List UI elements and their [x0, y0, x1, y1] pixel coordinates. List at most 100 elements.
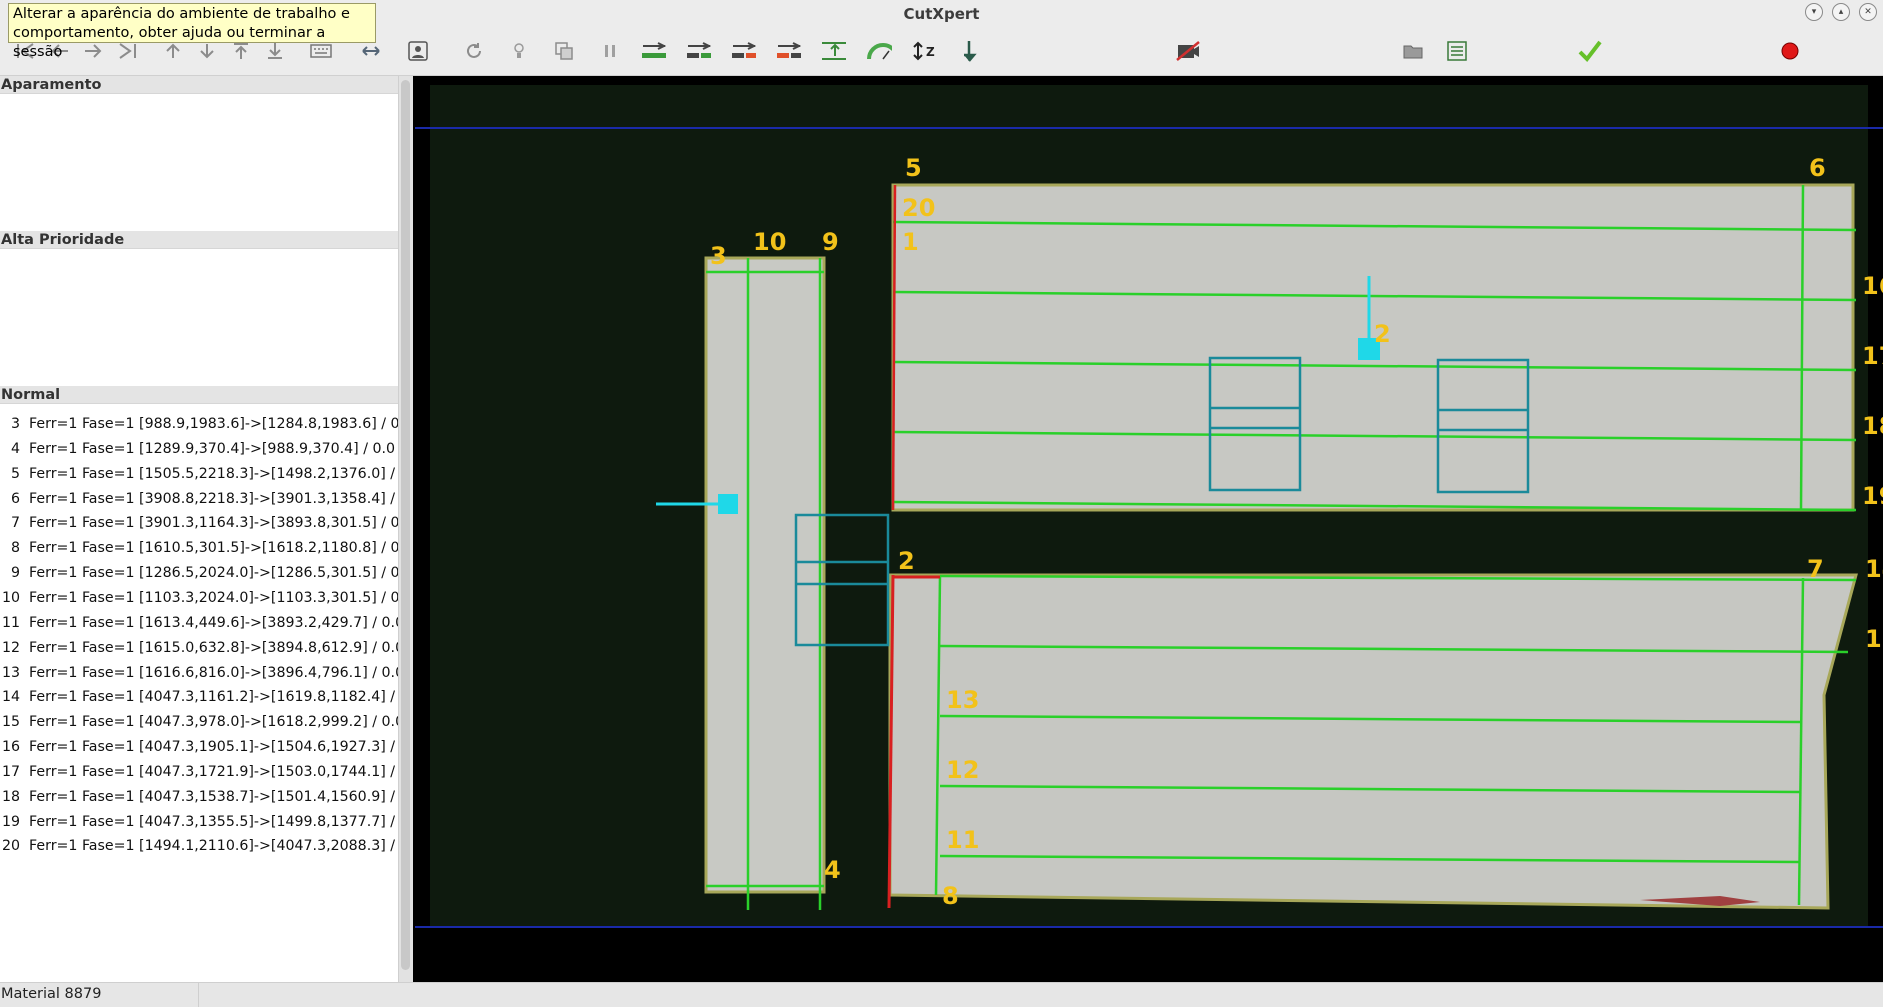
status-bar: Material 8879 — [0, 982, 1883, 1007]
cut-label-7: 7 — [1807, 555, 1824, 583]
pause-icon[interactable] — [597, 38, 623, 64]
section-alta-prioridade[interactable]: Alta Prioridade — [0, 231, 398, 249]
cut-label-3: 3 — [710, 242, 727, 270]
list-item[interactable]: 18 Ferr=1 Fase=1 [4047.3,1538.7]->[1501.4… — [0, 785, 398, 810]
tool-icon[interactable] — [956, 38, 982, 64]
cut-label-2-top: 2 — [1374, 320, 1391, 348]
list-item-text: Ferr=1 Fase=1 [3908.8,2218.3]->[3901.3,1… — [29, 490, 398, 507]
sidebar-scrollbar[interactable] — [398, 76, 413, 982]
list-item-number: 13 — [1, 664, 20, 681]
cut-label-9: 9 — [822, 228, 839, 256]
list-item[interactable]: 16 Ferr=1 Fase=1 [4047.3,1905.1]->[1504.6… — [0, 735, 398, 760]
cut-label-5: 5 — [905, 154, 922, 182]
list-item-number: 17 — [1, 763, 20, 780]
cut-label-8: 8 — [942, 882, 959, 910]
list-item[interactable]: 17 Ferr=1 Fase=1 [4047.3,1721.9]->[1503.0… — [0, 760, 398, 785]
list-item[interactable]: 11 Ferr=1 Fase=1 [1613.4,449.6]->[3893.2,… — [0, 611, 398, 636]
list-item-text: Ferr=1 Fase=1 [1494.1,2110.6]->[4047.3,2… — [29, 838, 398, 855]
list-item[interactable]: 9 Ferr=1 Fase=1 [1286.5,2024.0]->[1286.5,… — [0, 561, 398, 586]
svg-text:Z: Z — [926, 45, 935, 59]
user-icon[interactable] — [405, 38, 431, 64]
cut-label-16: 16 — [1862, 272, 1883, 300]
cut-label-6: 6 — [1809, 154, 1826, 182]
list-item[interactable]: 20 Ferr=1 Fase=1 [1494.1,2110.6]->[4047.3… — [0, 834, 398, 859]
list-item-text: Ferr=1 Fase=1 [1505.5,2218.3]->[1498.2,1… — [29, 465, 398, 482]
cut-label-12: 12 — [946, 756, 979, 784]
cut-label-2-bottom: 2 — [898, 547, 915, 575]
aparamento-list — [0, 94, 398, 224]
cut-label-19: 19 — [1862, 482, 1883, 510]
cursor-marker-left — [718, 494, 738, 514]
minimize-icon[interactable]: ▾ — [1805, 3, 1823, 21]
scrollbar-thumb[interactable] — [401, 80, 410, 970]
list-item[interactable]: 8 Ferr=1 Fase=1 [1610.5,301.5]->[1618.2,1… — [0, 536, 398, 561]
list-item[interactable]: 12 Ferr=1 Fase=1 [1615.0,632.8]->[3894.8,… — [0, 636, 398, 661]
sort-z-icon[interactable]: Z — [912, 38, 938, 64]
list-item-number: 19 — [1, 813, 20, 830]
close-icon[interactable]: ✕ — [1859, 3, 1877, 21]
list-item[interactable]: 7 Ferr=1 Fase=1 [3901.3,1164.3]->[3893.8,… — [0, 511, 398, 536]
cutting-canvas[interactable]: 5 6 20 1 2 10 9 3 4 2 7 14 15 13 12 11 8… — [413, 76, 1883, 982]
list-item-number: 7 — [10, 515, 20, 532]
status-divider — [198, 983, 199, 1007]
cut-label-14: 14 — [1865, 555, 1883, 583]
status-material: Material 8879 — [1, 986, 102, 1002]
tooltip: Alterar a aparência do ambiente de traba… — [8, 3, 376, 60]
refresh-icon[interactable] — [461, 38, 487, 64]
record-icon[interactable] — [1777, 38, 1803, 64]
list-item-text: Ferr=1 Fase=1 [1289.9,370.4]->[988.9,370… — [29, 440, 396, 457]
list-item[interactable]: 3 Ferr=1 Fase=1 [988.9,1983.6]->[1284.8,1… — [0, 412, 398, 437]
maximize-icon[interactable]: ▴ — [1832, 3, 1850, 21]
list-item-text: Ferr=1 Fase=1 [1615.0,632.8]->[3894.8,61… — [29, 639, 398, 656]
list-item-text: Ferr=1 Fase=1 [988.9,1983.6]->[1284.8,19… — [29, 416, 398, 432]
list-item[interactable]: 19 Ferr=1 Fase=1 [4047.3,1355.5]->[1499.8… — [0, 810, 398, 835]
cut-label-15: 15 — [1865, 625, 1883, 653]
sidebar: Aparamento Alta Prioridade Normal 3 Ferr=… — [0, 76, 398, 982]
list-item-text: Ferr=1 Fase=1 [4047.3,1721.9]->[1503.0,1… — [29, 763, 398, 780]
list-item-number: 9 — [10, 565, 20, 582]
layers-icon[interactable] — [1444, 38, 1470, 64]
list-item-number: 6 — [10, 490, 20, 507]
cut-label-18: 18 — [1862, 412, 1883, 440]
gauge-icon[interactable] — [866, 38, 892, 64]
cut-label-13: 13 — [946, 686, 979, 714]
camera-off-icon[interactable] — [1175, 38, 1201, 64]
list-item-text: Ferr=1 Fase=1 [4047.3,1905.1]->[1504.6,1… — [29, 739, 398, 756]
list-item[interactable]: 4 Ferr=1 Fase=1 [1289.9,370.4]->[988.9,37… — [0, 437, 398, 462]
list-item[interactable]: 10 Ferr=1 Fase=1 [1103.3,2024.0]->[1103.3… — [0, 586, 398, 611]
section-normal[interactable]: Normal — [0, 386, 398, 404]
list-item-text: Ferr=1 Fase=1 [1616.6,816.0]->[3896.4,79… — [29, 664, 398, 681]
alta-prioridade-list — [0, 249, 398, 379]
confirm-icon[interactable] — [1577, 38, 1603, 64]
list-item-text: Ferr=1 Fase=1 [4047.3,1161.2]->[1619.8,1… — [29, 689, 398, 706]
cut-red-right-icon[interactable] — [775, 38, 801, 64]
list-item-number: 15 — [1, 714, 20, 731]
list-item-number: 20 — [1, 838, 20, 855]
cut-label-1: 1 — [902, 228, 919, 256]
cut-label-4: 4 — [824, 856, 841, 884]
list-item[interactable]: 6 Ferr=1 Fase=1 [3908.8,2218.3]->[3901.3,… — [0, 487, 398, 512]
section-aparamento[interactable]: Aparamento — [0, 76, 398, 94]
list-item-text: Ferr=1 Fase=1 [3901.3,1164.3]->[3893.8,3… — [29, 515, 398, 532]
cut-right-icon[interactable] — [685, 38, 711, 64]
list-item-text: Ferr=1 Fase=1 [4047.3,1538.7]->[1501.4,1… — [29, 788, 398, 805]
list-item-number: 12 — [1, 639, 20, 656]
slab-bottom-right — [887, 573, 1858, 910]
list-item-number: 3 — [10, 416, 20, 432]
list-item[interactable]: 14 Ferr=1 Fase=1 [4047.3,1161.2]->[1619.8… — [0, 685, 398, 710]
cut-red-left-icon[interactable] — [730, 38, 756, 64]
cut-left-icon[interactable] — [640, 38, 666, 64]
folder-icon[interactable] — [1400, 38, 1426, 64]
list-item[interactable]: 13 Ferr=1 Fase=1 [1616.6,816.0]->[3896.4,… — [0, 661, 398, 686]
align-icon[interactable] — [820, 38, 846, 64]
list-item-text: Ferr=1 Fase=1 [1610.5,301.5]->[1618.2,11… — [29, 540, 398, 557]
copy-icon[interactable] — [551, 38, 577, 64]
list-item-text: Ferr=1 Fase=1 [1286.5,2024.0]->[1286.5,3… — [29, 565, 398, 582]
list-item[interactable]: 5 Ferr=1 Fase=1 [1505.5,2218.3]->[1498.2,… — [0, 462, 398, 487]
cut-label-20: 20 — [902, 194, 935, 222]
list-item[interactable]: 15 Ferr=1 Fase=1 [4047.3,978.0]->[1618.2,… — [0, 710, 398, 735]
list-item-number: 10 — [1, 589, 20, 606]
bulb-icon[interactable] — [506, 38, 532, 64]
list-item-text: Ferr=1 Fase=1 [1613.4,449.6]->[3893.2,42… — [29, 614, 398, 631]
cut-label-17: 17 — [1862, 342, 1883, 370]
